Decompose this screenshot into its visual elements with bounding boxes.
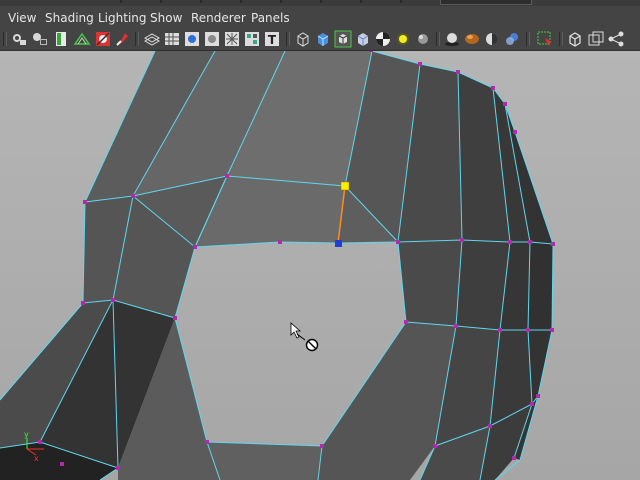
wireframe-on-shaded-icon[interactable] xyxy=(334,30,352,48)
axis-x-label: x xyxy=(34,454,39,463)
toolbar-separator xyxy=(559,32,563,46)
3d-viewport[interactable]: y x xyxy=(0,51,640,480)
shaded-wireframe-icon[interactable] xyxy=(223,30,241,48)
isolate-select-icon[interactable] xyxy=(536,30,554,48)
checker-icon[interactable] xyxy=(374,30,392,48)
texture-icon[interactable] xyxy=(243,30,261,48)
toolbar-separator xyxy=(135,32,139,46)
toolbar-separator xyxy=(436,32,440,46)
title-field xyxy=(440,0,532,5)
menu-show[interactable]: Show xyxy=(150,11,182,25)
text-icon-glyph: T xyxy=(268,33,277,47)
ambient-occlusion-icon[interactable] xyxy=(483,30,501,48)
bookmark-icon[interactable] xyxy=(31,30,49,48)
resolution-gate-icon[interactable] xyxy=(113,30,131,48)
image-plane-icon[interactable] xyxy=(52,30,70,48)
menu-view[interactable]: View xyxy=(8,11,36,25)
target-vertex[interactable] xyxy=(335,240,342,247)
selected-vertex[interactable] xyxy=(340,181,350,191)
toolbar-separator xyxy=(286,32,290,46)
isolate-view-icon[interactable] xyxy=(566,30,584,48)
film-gate-icon[interactable] xyxy=(94,30,112,48)
menu-lighting[interactable]: Lighting xyxy=(98,11,147,25)
smooth-shade-icon[interactable] xyxy=(163,30,181,48)
motion-blur-icon[interactable] xyxy=(503,30,521,48)
maya-viewport-panel: View Shading Lighting Show Renderer Pane… xyxy=(0,0,640,480)
grid-icon[interactable] xyxy=(73,30,91,48)
shadows-icon[interactable] xyxy=(443,30,461,48)
flat-shade-icon[interactable] xyxy=(314,30,332,48)
default-light-icon[interactable] xyxy=(414,30,432,48)
panel-menubar: View Shading Lighting Show Renderer Pane… xyxy=(0,0,640,29)
layout-single-icon[interactable] xyxy=(587,30,605,48)
menu-renderer[interactable]: Renderer xyxy=(191,11,246,25)
backface-icon[interactable] xyxy=(354,30,372,48)
toolbar-separator xyxy=(3,32,7,46)
text-icon[interactable]: T xyxy=(263,30,281,48)
camera-attributes-icon[interactable] xyxy=(10,30,28,48)
bounding-box-icon[interactable] xyxy=(294,30,312,48)
toolbar-separator xyxy=(526,32,530,46)
hardware-texture-icon[interactable] xyxy=(463,30,481,48)
menu-shading[interactable]: Shading xyxy=(45,11,94,25)
default-material-icon[interactable] xyxy=(183,30,201,48)
panel-toolbar: T xyxy=(0,28,640,51)
axis-y-label: y xyxy=(24,430,29,439)
menu-panels[interactable]: Panels xyxy=(251,11,290,25)
mesh-view[interactable]: y x xyxy=(0,51,640,480)
x-ray-icon[interactable] xyxy=(203,30,221,48)
use-all-lights-icon[interactable] xyxy=(394,30,412,48)
wireframe-icon[interactable] xyxy=(143,30,161,48)
layout-quad-icon[interactable] xyxy=(607,30,625,48)
